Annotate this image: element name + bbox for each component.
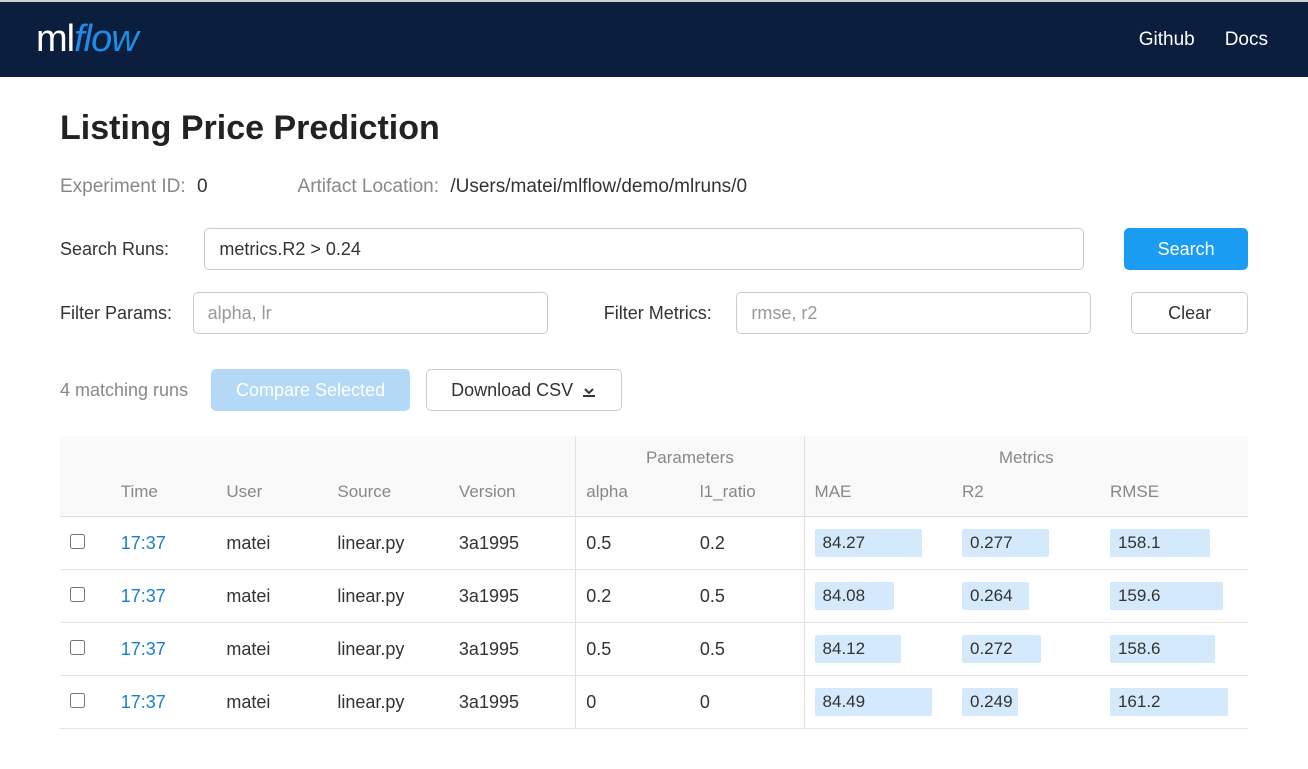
param-l1ratio: 0.5 — [690, 623, 804, 676]
search-runs-label: Search Runs: — [60, 239, 184, 260]
column-rmse[interactable]: RMSE — [1100, 474, 1248, 517]
run-user: matei — [216, 570, 327, 623]
run-time-link[interactable]: 17:37 — [121, 692, 166, 712]
filter-metrics-input[interactable] — [736, 292, 1091, 334]
metric-r2: 0.249 — [952, 676, 1100, 729]
clear-button[interactable]: Clear — [1131, 292, 1248, 334]
row-checkbox[interactable] — [70, 693, 85, 708]
table-row: 17:37 mateilinear.py3a19950.20.584.080.26… — [60, 570, 1248, 623]
run-time-link[interactable]: 17:37 — [121, 533, 166, 553]
column-group-metrics: Metrics — [804, 436, 1248, 474]
run-version: 3a1995 — [449, 676, 576, 729]
column-version[interactable]: Version — [449, 474, 576, 517]
download-icon — [581, 382, 597, 398]
table-row: 17:37mateilinear.py3a19950084.490.249161… — [60, 676, 1248, 729]
experiment-meta: Experiment ID: 0 Artifact Location: /Use… — [60, 176, 1248, 198]
metric-r2: 0.277 — [952, 517, 1100, 570]
metric-mae: 84.12 — [804, 623, 952, 676]
column-time[interactable]: Time — [111, 474, 217, 517]
column-alpha[interactable]: alpha — [576, 474, 690, 517]
navbar: mlflow Github Docs — [0, 2, 1308, 77]
run-user: matei — [216, 517, 327, 570]
run-version: 3a1995 — [449, 517, 576, 570]
column-r2[interactable]: R2 — [952, 474, 1100, 517]
row-checkbox[interactable] — [70, 640, 85, 655]
param-alpha: 0 — [576, 676, 690, 729]
run-user: matei — [216, 676, 327, 729]
run-time-link[interactable]: 17:37 — [121, 586, 166, 606]
metric-r2: 0.272 — [952, 623, 1100, 676]
param-alpha: 0.5 — [576, 517, 690, 570]
metric-mae: 84.08 — [804, 570, 952, 623]
page-title: Listing Price Prediction — [60, 109, 1248, 148]
run-source: linear.py — [327, 517, 449, 570]
metric-rmse: 158.6 — [1100, 623, 1248, 676]
column-user[interactable]: User — [216, 474, 327, 517]
table-row: 17:37 mateilinear.py3a19950.50.284.270.27… — [60, 517, 1248, 570]
column-mae[interactable]: MAE — [804, 474, 952, 517]
metric-rmse: 159.6 — [1100, 570, 1248, 623]
run-user: matei — [216, 623, 327, 676]
param-l1ratio: 0.2 — [690, 517, 804, 570]
search-runs-input[interactable] — [204, 228, 1084, 270]
param-alpha: 0.5 — [576, 623, 690, 676]
runs-table: Parameters Metrics Time User Source Vers… — [60, 436, 1248, 729]
search-button[interactable]: Search — [1124, 228, 1248, 270]
metric-rmse: 158.1 — [1100, 517, 1248, 570]
metric-mae: 84.27 — [804, 517, 952, 570]
nav-docs[interactable]: Docs — [1225, 29, 1268, 51]
metric-mae: 84.49 — [804, 676, 952, 729]
run-source: linear.py — [327, 676, 449, 729]
column-group-parameters: Parameters — [576, 436, 804, 474]
run-version: 3a1995 — [449, 570, 576, 623]
run-version: 3a1995 — [449, 623, 576, 676]
compare-selected-button[interactable]: Compare Selected — [211, 369, 410, 411]
download-csv-label: Download CSV — [451, 380, 573, 401]
table-row: 17:37mateilinear.py3a19950.50.584.120.27… — [60, 623, 1248, 676]
row-checkbox[interactable] — [70, 534, 85, 549]
logo: mlflow — [36, 18, 138, 61]
row-checkbox[interactable] — [70, 587, 85, 602]
experiment-id-label: Experiment ID: — [60, 176, 186, 197]
nav-github[interactable]: Github — [1139, 29, 1195, 51]
nav-links: Github Docs — [1139, 29, 1268, 51]
metric-r2: 0.264 — [952, 570, 1100, 623]
matching-runs-count: 4 matching runs — [60, 380, 195, 401]
download-csv-button[interactable]: Download CSV — [426, 369, 622, 411]
column-source[interactable]: Source — [327, 474, 449, 517]
run-source: linear.py — [327, 623, 449, 676]
filter-params-label: Filter Params: — [60, 303, 173, 324]
filter-metrics-label: Filter Metrics: — [604, 303, 717, 324]
run-source: linear.py — [327, 570, 449, 623]
metric-rmse: 161.2 — [1100, 676, 1248, 729]
experiment-id-value: 0 — [197, 176, 208, 197]
param-alpha: 0.2 — [576, 570, 690, 623]
param-l1ratio: 0 — [690, 676, 804, 729]
column-l1ratio[interactable]: l1_ratio — [690, 474, 804, 517]
artifact-location-value: /Users/matei/mlflow/demo/mlruns/0 — [450, 176, 747, 197]
artifact-location-label: Artifact Location: — [298, 176, 440, 197]
param-l1ratio: 0.5 — [690, 570, 804, 623]
filter-params-input[interactable] — [193, 292, 548, 334]
run-time-link[interactable]: 17:37 — [121, 639, 166, 659]
